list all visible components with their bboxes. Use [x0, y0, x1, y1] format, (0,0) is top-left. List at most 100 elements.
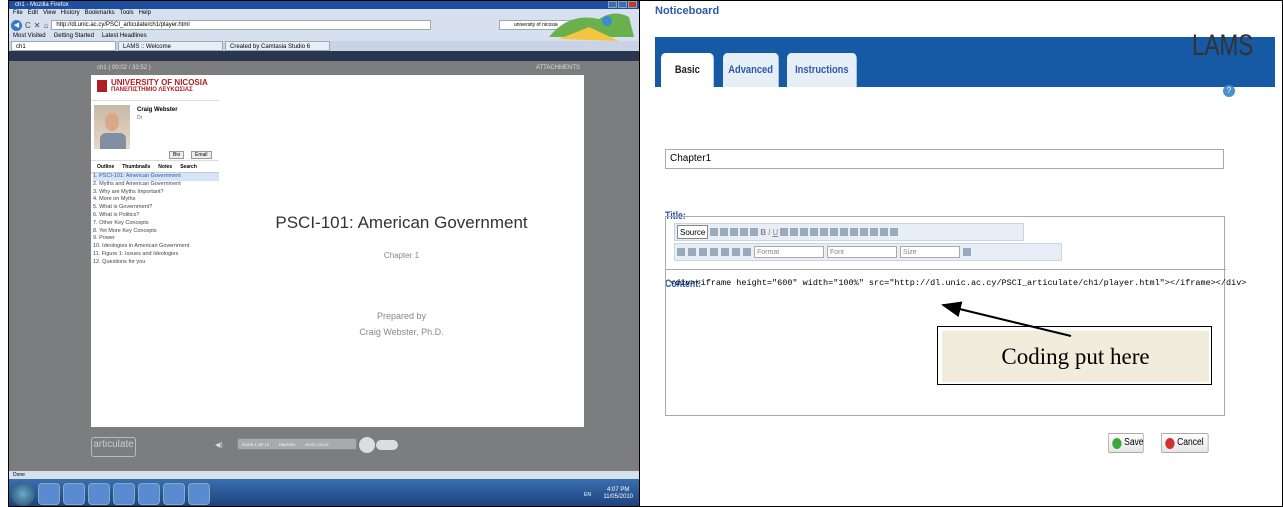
bio-button[interactable]: Bio	[169, 151, 185, 159]
list-icon[interactable]	[800, 228, 809, 236]
close-button[interactable]	[628, 1, 637, 8]
size-select[interactable]: Size	[900, 246, 960, 258]
volume-icon[interactable]: ◀)	[215, 441, 223, 449]
lams-noticeboard-window: Noticeboard Basic Advanced Instructions …	[641, 1, 1282, 506]
bookmark-getting-started[interactable]: Getting Started	[54, 32, 94, 41]
toolbar-icon[interactable]	[963, 248, 971, 256]
outline-item[interactable]: 10. Ideologies in American Government	[93, 243, 219, 251]
sidebar-tabs: Outline Thumbnails Notes Search	[91, 161, 219, 173]
tab-camtasia[interactable]: Created by Camtasia Studio 6	[225, 41, 330, 51]
align-icon[interactable]	[840, 228, 849, 236]
explorer-icon[interactable]	[63, 482, 85, 505]
bold-icon[interactable]: B	[760, 228, 766, 237]
tab-thumbnails[interactable]: Thumbnails	[122, 161, 150, 172]
attachments-link[interactable]: ATTACHMENTS	[536, 61, 580, 75]
menu-file[interactable]: File	[13, 9, 23, 18]
italic-icon[interactable]: I	[768, 228, 770, 237]
firefox-icon[interactable]	[163, 482, 185, 505]
toolbar-icon[interactable]	[720, 228, 729, 236]
media-icon[interactable]	[88, 482, 110, 505]
stop-icon[interactable]: ✕	[34, 21, 41, 30]
undo-icon[interactable]	[740, 228, 749, 236]
home-icon[interactable]: ⌂	[43, 21, 48, 30]
toolbar-icon[interactable]	[688, 248, 696, 256]
align-icon[interactable]	[860, 228, 869, 236]
app-icon[interactable]	[113, 482, 135, 505]
outline-item[interactable]: 9. Power	[93, 235, 219, 243]
windows-taskbar	[9, 479, 639, 506]
paused-label: PAUSED	[279, 442, 296, 447]
font-select[interactable]: Font	[827, 246, 897, 258]
menu-edit[interactable]: Edit	[28, 9, 38, 18]
toolbar-icon[interactable]	[677, 248, 685, 256]
cancel-label: Cancel	[1177, 437, 1204, 448]
menu-history[interactable]: History	[61, 9, 80, 18]
list-icon[interactable]	[810, 228, 819, 236]
table-icon[interactable]	[710, 248, 718, 256]
bookmark-most-visited[interactable]: Most Visited	[13, 32, 46, 41]
toolbar-icon[interactable]	[730, 228, 739, 236]
start-button[interactable]	[11, 481, 35, 506]
align-icon[interactable]	[870, 228, 879, 236]
slide-count: SLIDE 1 OF 12	[242, 442, 270, 447]
outline-item[interactable]: 5. What is Government?	[93, 204, 219, 212]
toolbar-icon[interactable]	[790, 228, 799, 236]
status-bar: Done	[9, 471, 639, 479]
playback-time: 00:02 / 00:22	[305, 442, 329, 447]
outline-item[interactable]: 6. What is Politics?	[93, 212, 219, 220]
smiley-icon[interactable]	[732, 248, 740, 256]
play-button[interactable]	[359, 437, 375, 453]
outline-item[interactable]: 12. Questions for you	[93, 259, 219, 267]
underline-icon[interactable]: U	[772, 228, 778, 237]
player-sidebar: UNIVERSITY OF NICOSIA ΠΑΝΕΠΙΣΤΗΜΙΟ ΛΕΥΚΩ…	[91, 75, 219, 427]
tray-language[interactable]: EN	[584, 492, 591, 498]
app-icon-2[interactable]	[138, 482, 160, 505]
email-button[interactable]: Email	[191, 151, 212, 159]
image-icon[interactable]	[699, 248, 707, 256]
source-button[interactable]: Source	[677, 225, 709, 239]
url-bar[interactable]: http://dl.unic.ac.cy/PSCI_articulate/ch1…	[51, 20, 432, 30]
toolbar-icon[interactable]	[710, 228, 719, 236]
tab-lams-welcome[interactable]: LAMS :: Welcome	[118, 41, 223, 51]
maximize-button[interactable]	[618, 1, 627, 8]
tab-ch1[interactable]: ch1	[11, 41, 116, 51]
align-icon[interactable]	[850, 228, 859, 236]
toolbar-icon[interactable]	[721, 248, 729, 256]
outline-item[interactable]: 4. More on Myths	[93, 196, 219, 204]
outline-item[interactable]: 3. Why are Myths Important?	[93, 189, 219, 197]
camtasia-icon[interactable]	[188, 482, 210, 505]
ie-icon[interactable]	[38, 482, 60, 505]
tab-outline[interactable]: Outline	[97, 161, 114, 172]
reload-icon[interactable]: C	[25, 21, 31, 30]
outline-item[interactable]: 2. Myths and American Government	[93, 181, 219, 189]
outline-item[interactable]: 1. PSCI-101: American Government	[93, 173, 219, 181]
outline-item[interactable]: 8. Yet More Key Concepts	[93, 228, 219, 236]
bg-color-icon[interactable]	[890, 228, 899, 236]
text-color-icon[interactable]	[880, 228, 889, 236]
minimize-button[interactable]	[608, 1, 617, 8]
tab-notes[interactable]: Notes	[158, 161, 172, 172]
indent-icon[interactable]	[820, 228, 829, 236]
search-box[interactable]: university of nicosia	[499, 20, 609, 30]
indent-icon[interactable]	[830, 228, 839, 236]
save-button[interactable]: Save	[1108, 433, 1144, 453]
outline-item[interactable]: 11. Figure 1: Issues and Ideologies	[93, 251, 219, 259]
omega-icon[interactable]	[743, 248, 751, 256]
prev-next-buttons[interactable]	[376, 440, 398, 450]
cancel-button[interactable]: Cancel	[1161, 433, 1209, 453]
toolbar-icon[interactable]	[780, 228, 789, 236]
format-select[interactable]: Format	[754, 246, 824, 258]
bookmark-latest-headlines[interactable]: Latest Headlines	[102, 32, 147, 41]
menu-tools[interactable]: Tools	[120, 9, 134, 18]
title-input[interactable]: Chapter1	[665, 149, 1224, 169]
redo-icon[interactable]	[750, 228, 759, 236]
back-icon[interactable]: ◀	[11, 19, 22, 31]
menu-view[interactable]: View	[43, 9, 56, 18]
tab-search[interactable]: Search	[180, 161, 197, 172]
firefox-window: ch1 - Mozilla Firefox File Edit View His…	[9, 1, 640, 506]
progress-bar[interactable]: SLIDE 1 OF 12 PAUSED 00:02 / 00:22	[237, 438, 357, 450]
outline-item[interactable]: 7. Other Key Concepts	[93, 220, 219, 228]
bookmarks-toolbar: Most Visited Getting Started Latest Head…	[9, 32, 639, 41]
menu-bookmarks[interactable]: Bookmarks	[85, 9, 115, 18]
menu-help[interactable]: Help	[139, 9, 151, 18]
